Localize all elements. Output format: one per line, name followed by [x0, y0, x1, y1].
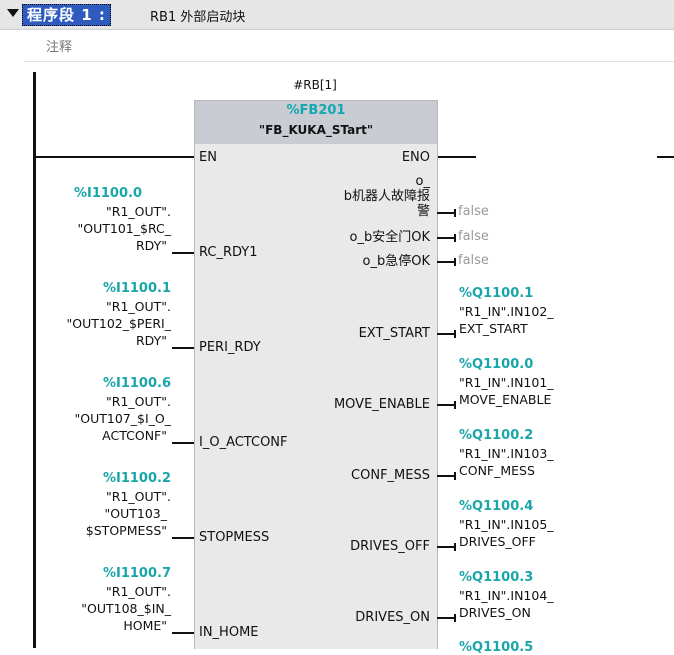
- pin-stopmess: STOPMESS: [199, 530, 270, 545]
- input-symbol-line3: RDY": [135, 238, 167, 253]
- output-wire: [437, 617, 455, 619]
- pin-en: EN: [199, 150, 217, 165]
- function-block[interactable]: %FB201 "FB_KUKA_STart": [194, 100, 438, 649]
- output-address: %Q1100.4: [459, 499, 534, 514]
- pin-drives-on: DRIVES_ON: [355, 610, 430, 625]
- fb-name: "FB_KUKA_STart": [258, 123, 374, 137]
- input-symbol-line2: "OUT107_$I_O_: [74, 411, 171, 426]
- pin-conf-mess: CONF_MESS: [351, 468, 430, 483]
- input-symbol-line1: "R1_OUT".: [106, 584, 171, 599]
- output-wire: [437, 475, 455, 477]
- input-symbol-line3: ACTCONF": [102, 428, 167, 443]
- output-symbol-line1: "R1_IN".IN101_: [459, 375, 554, 390]
- input-address: %I1100.1: [102, 281, 171, 296]
- output-symbol-line1: "R1_IN".IN103_: [459, 446, 554, 461]
- network-comment[interactable]: 注释: [46, 36, 72, 55]
- pin-drives-off: DRIVES_OFF: [350, 539, 430, 554]
- output-symbol-line1: "R1_IN".IN102_: [459, 304, 554, 319]
- input-symbol-line3: $STOPMESS": [85, 523, 167, 538]
- network-header[interactable]: 程序段 1 : RB1 外部启动块: [0, 0, 674, 30]
- output-terminal: [454, 614, 456, 622]
- output-address: %Q1100.1: [459, 286, 534, 301]
- input-symbol-line3: HOME": [123, 618, 167, 633]
- output-value: false: [458, 229, 489, 244]
- output-terminal: [454, 472, 456, 480]
- input-wire: [172, 632, 194, 634]
- output-wire: [437, 261, 455, 263]
- instance-db-label[interactable]: #RB[1]: [260, 78, 370, 92]
- eno-wire: [437, 156, 476, 158]
- pin-safety-door: o_b安全门OK: [349, 230, 430, 245]
- output-symbol-line1: "R1_IN".IN104_: [459, 588, 554, 603]
- output-symbol-line2: MOVE_ENABLE: [459, 392, 552, 407]
- pin-move-enable: MOVE_ENABLE: [333, 397, 430, 412]
- input-symbol-line1: "R1_OUT".: [106, 299, 171, 314]
- output-symbol-line1: "R1_IN".IN105_: [459, 517, 554, 532]
- input-symbol-line3: RDY": [135, 333, 167, 348]
- eno-wire-continuation: [657, 156, 674, 158]
- output-wire: [437, 212, 455, 214]
- input-symbol-line1: "R1_OUT".: [106, 489, 171, 504]
- pin-eno: ENO: [401, 150, 430, 165]
- input-wire: [172, 252, 194, 254]
- pin-ext-start: EXT_START: [358, 326, 430, 341]
- output-symbol-line2: DRIVES_OFF: [459, 534, 536, 549]
- input-address: %I1100.7: [102, 566, 171, 581]
- output-address: %Q1100.0: [459, 357, 534, 372]
- output-symbol-line2: EXT_START: [459, 321, 528, 336]
- output-address: %Q1100.3: [459, 570, 534, 585]
- network-title[interactable]: 程序段 1 :: [22, 4, 111, 26]
- output-symbol-line2: CONF_MESS: [459, 463, 535, 478]
- pin-robot-fault-line1: o_: [415, 174, 430, 189]
- fb-number: %FB201: [286, 103, 346, 118]
- output-address: %Q1100.2: [459, 428, 534, 443]
- collapse-triangle-icon[interactable]: [7, 9, 19, 17]
- output-wire: [437, 333, 455, 335]
- input-symbol-line1: "R1_OUT".: [106, 204, 171, 219]
- network-name[interactable]: RB1 外部启动块: [150, 6, 245, 25]
- pin-peri-rdy: PERI_RDY: [199, 340, 261, 355]
- output-wire: [437, 546, 455, 548]
- output-terminal: [454, 401, 456, 409]
- input-symbol-line2: "OUT103_: [104, 506, 167, 521]
- en-wire: [36, 156, 194, 158]
- input-wire: [172, 347, 194, 349]
- output-terminal: [454, 543, 456, 551]
- output-symbol-line2: DRIVES_ON: [459, 605, 531, 620]
- input-wire: [172, 442, 194, 444]
- pin-emergency-stop: o_b急停OK: [362, 254, 430, 269]
- output-value: false: [458, 204, 489, 219]
- input-symbol-line2: "OUT102_$PERI_: [66, 316, 172, 331]
- power-rail: [33, 72, 36, 648]
- input-address: %I1100.6: [102, 376, 171, 391]
- output-value: false: [458, 253, 489, 268]
- pin-in-home: IN_HOME: [199, 625, 259, 640]
- output-wire: [437, 237, 455, 239]
- function-block-header: %FB201 "FB_KUKA_STart": [195, 101, 437, 144]
- output-terminal: [454, 209, 456, 217]
- input-wire: [172, 537, 194, 539]
- input-address: %I1100.0: [73, 186, 142, 201]
- comment-divider: [24, 61, 674, 62]
- pin-robot-fault-line2: b机器人故障报: [343, 189, 430, 204]
- pin-i-o-actconf: I_O_ACTCONF: [199, 435, 288, 450]
- input-address: %I1100.2: [102, 471, 171, 486]
- output-terminal: [454, 234, 456, 242]
- input-symbol-line2: "OUT108_$IN_: [81, 601, 171, 616]
- input-symbol-line2: "OUT101_$RC_: [77, 221, 171, 236]
- pin-robot-fault-line3: 警: [416, 204, 430, 219]
- pin-rc-rdy1: RC_RDY1: [199, 245, 258, 260]
- output-terminal: [454, 330, 456, 338]
- output-terminal: [454, 258, 456, 266]
- output-wire: [437, 404, 455, 406]
- input-symbol-line1: "R1_OUT".: [106, 394, 171, 409]
